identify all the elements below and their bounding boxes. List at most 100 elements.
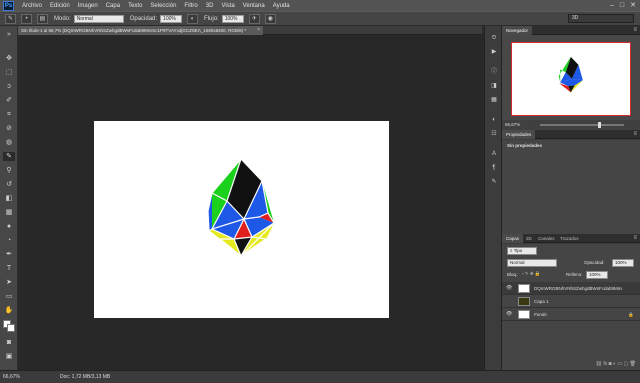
- menu-edicion[interactable]: Edición: [50, 3, 70, 9]
- move-tool-icon[interactable]: ✥: [3, 54, 15, 63]
- eye-icon[interactable]: 👁: [506, 308, 512, 321]
- document-size-info[interactable]: Doc: 1,72 MB/3,13 MB: [60, 371, 110, 383]
- layer-name[interactable]: Capa 1: [534, 295, 622, 308]
- eraser-tool-icon[interactable]: ◧: [3, 194, 15, 203]
- menu-ayuda[interactable]: Ayuda: [273, 3, 290, 9]
- zoom-slider-knob[interactable]: [598, 122, 601, 128]
- brush-tool-icon[interactable]: ✎: [3, 152, 15, 161]
- layer-name[interactable]: DQmWRGBNhVNhSZwhgdBWsFcdab9Mmmc...: [534, 282, 622, 295]
- eyedropper-icon[interactable]: ⊘: [3, 124, 15, 133]
- pen-tool-icon[interactable]: ✒: [3, 250, 15, 259]
- opacity-field[interactable]: 100%: [160, 14, 183, 23]
- minimize-button[interactable]: –: [610, 1, 614, 10]
- lock-label: Bloq.:: [507, 272, 519, 277]
- airbrush-icon[interactable]: ✈: [248, 13, 260, 24]
- lock-icon: 🔒: [628, 312, 634, 317]
- layer-row[interactable]: Capa 1: [502, 295, 640, 308]
- properties-body: Sin propiedades: [502, 140, 640, 234]
- document-tab[interactable]: Sin título-1 al 66,7% (DQmWRGBNhVNhSZwhg…: [18, 26, 263, 35]
- brush-size-icon[interactable]: •: [21, 13, 32, 24]
- layers-header: Capas 3D Canales Trazados ≡: [502, 234, 640, 243]
- eye-icon[interactable]: 👁: [506, 282, 512, 295]
- navigator-body: [502, 35, 640, 120]
- shape-tool-icon[interactable]: ▭: [3, 292, 15, 301]
- menu-archivo[interactable]: Archivo: [22, 3, 42, 9]
- layers-menu-icon[interactable]: ≡: [633, 234, 637, 243]
- right-panels: Navegador ≡ 66,67% Propiedades ≡ Sin pro…: [502, 26, 640, 370]
- history-panel-icon[interactable]: ⏲: [489, 34, 499, 43]
- pressure-size-icon[interactable]: ◉: [264, 13, 276, 24]
- healing-brush-icon[interactable]: ◍: [3, 138, 15, 147]
- close-tab-icon[interactable]: ×: [257, 26, 260, 35]
- layer-name[interactable]: Fondo: [534, 308, 622, 321]
- type-tool-icon[interactable]: T: [3, 264, 15, 273]
- marquee-tool-icon[interactable]: ⬚: [3, 68, 15, 77]
- window-controls: – □ ✕: [610, 1, 636, 10]
- lock-icons[interactable]: ▫ ✎ ✥ 🔒: [522, 271, 541, 277]
- character-panel-icon[interactable]: A: [489, 150, 499, 159]
- layers-body: ⌕ Tipo Normal Opacidad: 100% Bloq.: ▫ ✎ …: [502, 244, 640, 370]
- clone-stamp-icon[interactable]: ⚲: [3, 166, 15, 175]
- zoom-level[interactable]: 66,67%: [3, 371, 20, 383]
- color-panel-icon[interactable]: ◨: [489, 82, 499, 91]
- dodge-tool-icon[interactable]: ◔: [3, 236, 15, 245]
- paragraph-panel-icon[interactable]: ¶: [489, 164, 499, 173]
- menu-vista[interactable]: Vista: [221, 3, 234, 9]
- crop-tool-icon[interactable]: ⌗: [3, 110, 15, 119]
- layers-footer-icons[interactable]: ⛓ fx ◙ ◐ ▭ ▢ 🗑: [502, 360, 640, 368]
- brush-preset-icon[interactable]: ✎: [5, 13, 16, 24]
- pressure-opacity-icon[interactable]: ◐: [187, 13, 199, 24]
- navigator-zoom-slider[interactable]: [540, 122, 624, 128]
- path-select-icon[interactable]: ➤: [3, 278, 15, 287]
- collapse-icon[interactable]: »: [3, 30, 15, 39]
- close-button[interactable]: ✕: [630, 1, 636, 10]
- blend-mode-select[interactable]: Normal: [507, 259, 557, 267]
- screen-mode-icon[interactable]: ▣: [3, 352, 15, 361]
- styles-panel-icon[interactable]: ☷: [489, 130, 499, 139]
- flow-label: Flujo:: [204, 15, 219, 22]
- tab-navigator[interactable]: Navegador: [502, 26, 533, 35]
- layer-row[interactable]: 👁 Fondo 🔒: [502, 308, 640, 321]
- navigator-gem-thumbnail: [558, 56, 583, 93]
- actions-panel-icon[interactable]: ▶: [489, 48, 499, 57]
- gradient-tool-icon[interactable]: ▦: [3, 208, 15, 217]
- menu-imagen[interactable]: Imagen: [78, 3, 98, 9]
- blur-tool-icon[interactable]: ●: [3, 222, 15, 231]
- adjustments-panel-icon[interactable]: ◐: [489, 116, 499, 125]
- layer-opacity-field[interactable]: 100%: [612, 259, 634, 267]
- fill-label: Relleno:: [566, 272, 583, 277]
- brush-presets-icon[interactable]: ✎: [489, 178, 499, 187]
- tab-canales[interactable]: Canales: [534, 234, 559, 243]
- background-color-swatch[interactable]: [7, 324, 15, 332]
- history-brush-icon[interactable]: ↺: [3, 180, 15, 189]
- panel-menu-icon[interactable]: ≡: [633, 26, 637, 35]
- navigator-zoom[interactable]: 66,67%: [505, 120, 520, 130]
- menu-ventana[interactable]: Ventana: [243, 3, 265, 9]
- tab-capas[interactable]: Capas: [502, 234, 524, 243]
- fill-field[interactable]: 100%: [586, 271, 608, 279]
- tab-trazados[interactable]: Trazados: [556, 234, 583, 243]
- menu-seleccion[interactable]: Selección: [150, 3, 176, 9]
- properties-menu-icon[interactable]: ≡: [633, 130, 637, 139]
- quick-mask-icon[interactable]: ◙: [3, 338, 15, 347]
- quick-select-icon[interactable]: ✐: [3, 96, 15, 105]
- document-tab-bar: Sin título-1 al 66,7% (DQmWRGBNhVNhSZwhg…: [18, 26, 482, 35]
- brush-panel-icon[interactable]: ▤: [37, 13, 48, 24]
- layer-row[interactable]: 👁 DQmWRGBNhVNhSZwhgdBWsFcdab9Mmmc...: [502, 282, 640, 295]
- info-panel-icon[interactable]: ⓘ: [489, 68, 499, 77]
- hand-tool-icon[interactable]: ✋: [3, 306, 15, 315]
- navigator-preview[interactable]: [511, 42, 631, 116]
- mode-select[interactable]: Normal: [73, 14, 124, 23]
- tab-properties[interactable]: Propiedades: [502, 130, 536, 139]
- layer-filter-select[interactable]: ⌕ Tipo: [507, 247, 537, 255]
- workspace-select[interactable]: 3D: [568, 14, 634, 23]
- menu-capa[interactable]: Capa: [106, 3, 120, 9]
- lasso-tool-icon[interactable]: ↄ: [3, 82, 15, 91]
- menu-texto[interactable]: Texto: [128, 3, 142, 9]
- opacity-label: Opacidad:: [129, 15, 158, 22]
- menu-3d[interactable]: 3D: [206, 3, 214, 9]
- maximize-button[interactable]: □: [620, 1, 624, 10]
- flow-field[interactable]: 100%: [221, 14, 244, 23]
- menu-filtro[interactable]: Filtro: [184, 3, 197, 9]
- swatches-panel-icon[interactable]: ▦: [489, 96, 499, 105]
